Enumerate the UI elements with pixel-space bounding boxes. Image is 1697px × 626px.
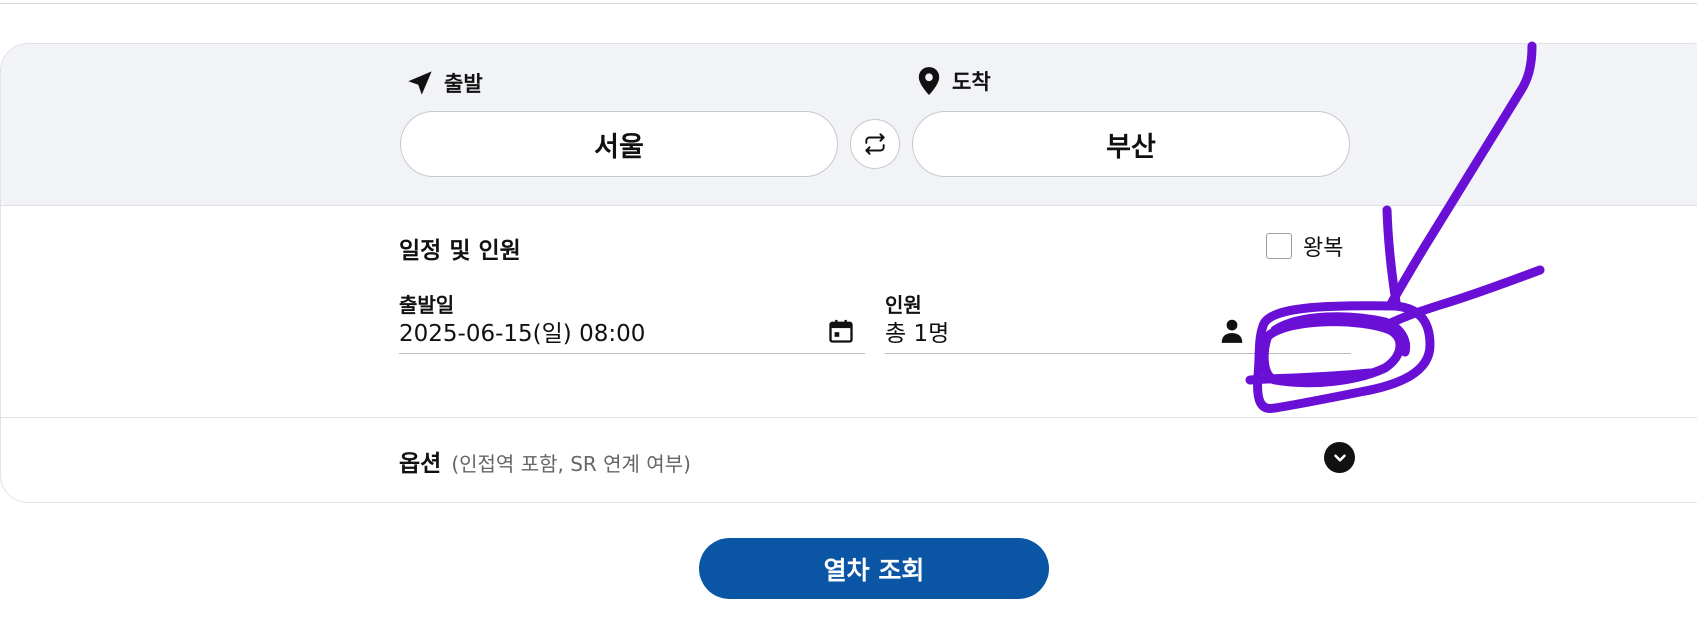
- arrival-station-button[interactable]: 부산: [912, 111, 1350, 177]
- departure-label: 출발: [406, 68, 483, 98]
- search-trains-button[interactable]: 열차 조회: [699, 538, 1049, 599]
- departure-station-value: 서울: [594, 131, 644, 163]
- roundtrip-toggle[interactable]: 왕복: [1266, 230, 1343, 262]
- departure-date-value: 2025-06-15(일) 08:00: [399, 321, 646, 347]
- train-search-page: 출발 도착 서울 부산 일정 및 인원 왕복 출발일 인원 2025-06-15…: [0, 0, 1697, 626]
- schedule-section-title: 일정 및 인원: [399, 238, 521, 264]
- swap-arrows-icon: [865, 133, 885, 155]
- departure-station-button[interactable]: 서울: [400, 111, 838, 177]
- options-divider: [1, 417, 1697, 418]
- arrival-label: 도착: [916, 66, 991, 96]
- options-row[interactable]: 옵션 (인접역 포함, SR 연계 여부): [399, 444, 691, 478]
- options-expand-button[interactable]: [1324, 442, 1355, 473]
- search-trains-label: 열차 조회: [823, 555, 925, 585]
- swap-stations-button[interactable]: [850, 119, 900, 169]
- options-hint: (인접역 포함, SR 연계 여부): [451, 452, 691, 476]
- arrival-station-value: 부산: [1106, 131, 1156, 163]
- person-icon[interactable]: [1219, 317, 1245, 345]
- search-form-panel: 출발 도착 서울 부산 일정 및 인원 왕복 출발일 인원 2025-06-15…: [0, 43, 1697, 503]
- top-divider: [0, 3, 1697, 4]
- options-title: 옵션: [399, 451, 442, 477]
- roundtrip-label: 왕복: [1303, 236, 1344, 261]
- departure-label-text: 출발: [444, 72, 483, 96]
- roundtrip-checkbox[interactable]: [1266, 233, 1292, 259]
- map-pin-icon: [918, 67, 940, 95]
- calendar-icon[interactable]: [827, 317, 855, 345]
- passengers-field[interactable]: 총 1명: [885, 309, 1351, 354]
- navigation-arrow-icon: [408, 71, 432, 95]
- arrival-label-text: 도착: [952, 70, 991, 94]
- station-selection-band: [1, 44, 1697, 206]
- passengers-value: 총 1명: [885, 321, 950, 347]
- departure-date-field[interactable]: 2025-06-15(일) 08:00: [399, 309, 865, 354]
- chevron-down-icon: [1333, 453, 1346, 462]
